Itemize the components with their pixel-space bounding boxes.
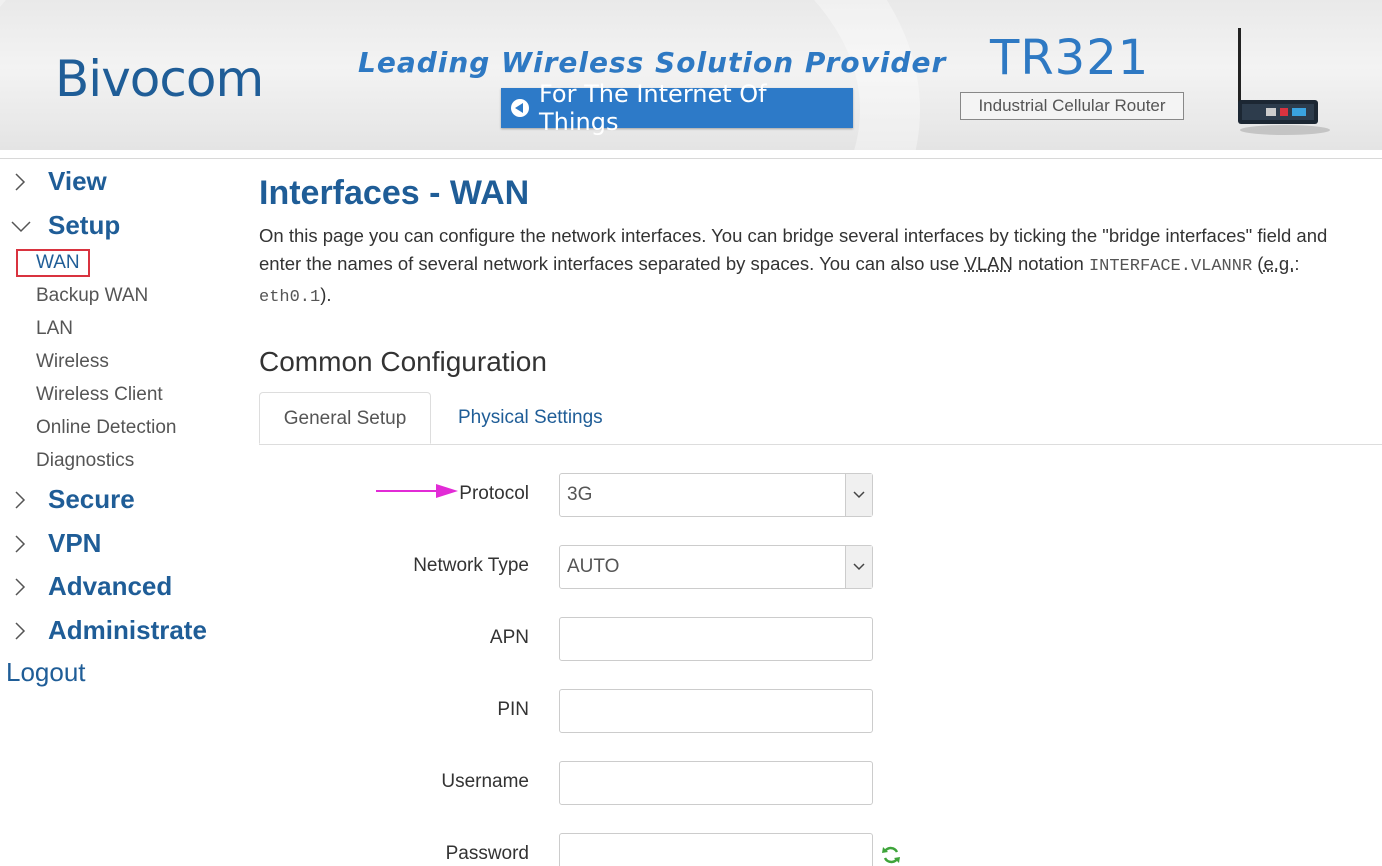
protocol-label: Protocol (459, 483, 529, 504)
nav-secure[interactable]: Secure (10, 484, 135, 515)
nav-setup[interactable]: Setup (10, 210, 120, 241)
sidebar-item-backup-wan[interactable]: Backup WAN (36, 285, 148, 307)
desc-line-3: eth0.1). (259, 281, 1382, 312)
reveal-password-icon[interactable] (881, 845, 901, 865)
chevron-down-icon (845, 546, 872, 588)
chevron-down-icon (845, 474, 872, 516)
desc-text: notation (1012, 253, 1089, 274)
sidebar-item-wireless[interactable]: Wireless (36, 351, 109, 373)
nav-advanced[interactable]: Advanced (10, 571, 172, 602)
chevron-right-icon (15, 577, 26, 596)
play-icon (511, 99, 529, 117)
nav-vpn-label: VPN (48, 528, 102, 558)
chevron-right-icon (15, 534, 26, 553)
nav-advanced-label: Advanced (48, 571, 173, 601)
router-image (1238, 28, 1330, 135)
username-input[interactable] (559, 761, 873, 805)
sidebar-item-online-detection[interactable]: Online Detection (36, 417, 176, 439)
network-type-label: Network Type (413, 555, 529, 576)
brand-logo: Bivocom (55, 50, 264, 108)
apn-input[interactable] (559, 617, 873, 661)
sidebar-item-wireless-client[interactable]: Wireless Client (36, 384, 163, 406)
iot-banner-button: For The Internet Of Things (501, 80, 853, 136)
desc-text: : (1294, 253, 1300, 274)
desc-line-1: On this page you can configure the netwo… (259, 225, 1328, 246)
code-interface-vlannr: INTERFACE.VLANNR (1088, 257, 1253, 276)
header-banner: Bivocom Leading Wireless Solution Provid… (0, 0, 1382, 150)
config-tabs: General Setup Physical Settings (259, 392, 1382, 445)
nav-administrate[interactable]: Administrate (10, 615, 207, 646)
password-input[interactable] (559, 833, 873, 866)
eg-abbr: e.g. (1263, 253, 1295, 274)
nav-setup-label: Setup (48, 210, 121, 240)
desc-text: ( (1252, 253, 1264, 274)
sidebar-item-diagnostics[interactable]: Diagnostics (36, 450, 134, 472)
apn-label: APN (489, 627, 529, 648)
sidebar-item-wan[interactable]: WAN (16, 249, 90, 277)
tab-general-setup[interactable]: General Setup (259, 392, 431, 444)
logout-link[interactable]: Logout (6, 657, 86, 688)
model-subtitle: Industrial Cellular Router (960, 92, 1184, 120)
tab-physical-settings[interactable]: Physical Settings (458, 392, 603, 444)
sidebar-item-lan[interactable]: LAN (36, 318, 73, 340)
iot-banner-label: For The Internet Of Things (538, 80, 767, 136)
page-title: Interfaces - WAN (259, 174, 530, 212)
protocol-select[interactable]: 3G (559, 473, 873, 517)
chevron-right-icon (15, 490, 26, 509)
chevron-down-icon (11, 220, 31, 232)
pin-input[interactable] (559, 689, 873, 733)
code-eth0-1: eth0.1 (259, 288, 321, 307)
chevron-right-icon (15, 621, 26, 640)
vlan-abbr: VLAN (964, 253, 1013, 274)
pin-label: PIN (497, 699, 529, 720)
desc-line-2: enter the names of several network inter… (259, 250, 1382, 281)
password-label: Password (445, 843, 529, 864)
nav-secure-label: Secure (48, 484, 135, 514)
nav-vpn[interactable]: VPN (10, 528, 101, 559)
nav-administrate-label: Administrate (48, 615, 207, 645)
nav-view[interactable]: View (10, 166, 107, 197)
protocol-value: 3G (567, 484, 593, 505)
desc-text: enter the names of several network inter… (259, 253, 965, 274)
desc-text: ). (320, 284, 332, 305)
network-type-value: AUTO (567, 556, 620, 577)
chevron-right-icon (15, 172, 26, 191)
model-name: TR321 (990, 30, 1150, 86)
page-description: On this page you can configure the netwo… (259, 222, 1382, 312)
nav-view-label: View (48, 166, 107, 196)
network-type-select[interactable]: AUTO (559, 545, 873, 589)
username-label: Username (441, 771, 529, 792)
section-title: Common Configuration (259, 346, 547, 377)
tagline: Leading Wireless Solution Provider (358, 46, 947, 79)
header-divider (0, 158, 1382, 159)
